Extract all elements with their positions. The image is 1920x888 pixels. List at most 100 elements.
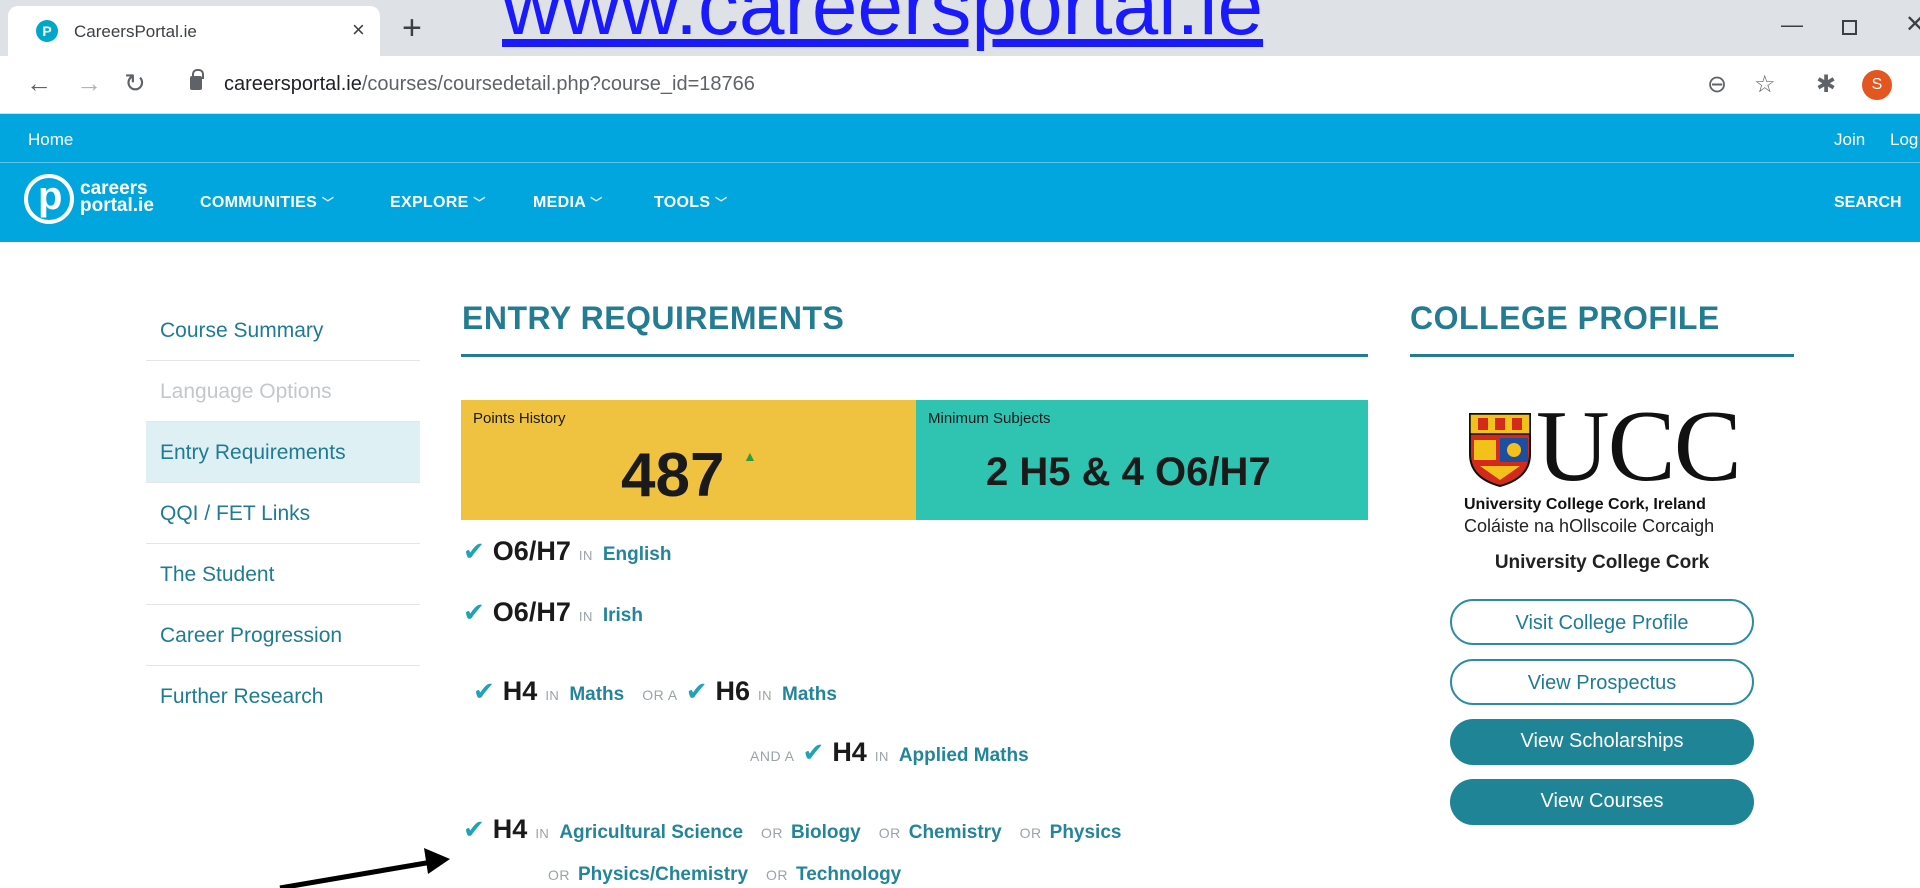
overlay-url-caption: www.careersportal.ie	[502, 0, 1264, 52]
in-label: IN	[578, 609, 593, 624]
visit-college-profile-button[interactable]: Visit College Profile	[1450, 599, 1754, 645]
points-history-label: Points History	[473, 410, 566, 427]
requirement-english: ✔ O6/H7 IN English	[463, 536, 681, 571]
nav-tools[interactable]: TOOLS ﹀	[654, 194, 727, 212]
logo-wordmark: careers portal.ie	[80, 179, 154, 216]
zoom-icon[interactable]: ⊖	[1707, 70, 1727, 99]
window-minimize-icon[interactable]: —	[1781, 12, 1803, 38]
in-label: IN	[545, 688, 560, 703]
subject-link[interactable]: Agricultural Science	[559, 822, 743, 843]
requirement-irish: ✔ O6/H7 IN Irish	[463, 597, 653, 632]
sidebar-item-qqi-fet-links[interactable]: QQI / FET Links	[146, 483, 420, 544]
header-divider	[0, 162, 1920, 163]
search-link[interactable]: SEARCH	[1834, 194, 1902, 212]
check-icon: ✔	[463, 536, 485, 566]
college-name: University College Cork	[1494, 552, 1710, 573]
or-label: OR	[548, 867, 570, 883]
check-icon: ✔	[463, 597, 485, 627]
grade: H6	[715, 676, 750, 706]
subject-link[interactable]: Technology	[796, 864, 901, 885]
subject-link[interactable]: Irish	[603, 605, 643, 626]
logo-p-icon	[24, 174, 74, 224]
back-arrow-icon[interactable]: ←	[26, 68, 52, 99]
minimum-subjects-box: Minimum Subjects 2 H5 & 4 O6/H7	[916, 400, 1368, 520]
extensions-puzzle-icon[interactable]: ✱	[1816, 70, 1836, 99]
chevron-down-icon: ﹀	[590, 196, 603, 210]
subject-link[interactable]: Maths	[569, 684, 624, 705]
reload-icon[interactable]: ↻	[124, 68, 146, 99]
sidebar-item-entry-requirements[interactable]: Entry Requirements	[146, 422, 420, 483]
or-label: OR	[766, 867, 789, 883]
or-label: OR	[761, 825, 784, 841]
conjunction-label: OR A	[642, 687, 678, 703]
home-link[interactable]: Home	[28, 130, 73, 150]
site-favicon-icon: P	[36, 20, 58, 42]
subject-link[interactable]: Maths	[782, 684, 837, 705]
nav-communities[interactable]: COMMUNITIES ﹀	[200, 194, 334, 212]
check-icon: ✔	[685, 676, 708, 706]
url-path: /courses/coursedetail.php?course_id=1876…	[361, 73, 755, 95]
url-domain: careersportal.ie	[224, 73, 362, 95]
view-prospectus-button[interactable]: View Prospectus	[1450, 659, 1754, 705]
college-profile-heading: COLLEGE PROFILE	[1410, 300, 1720, 336]
sidebar-item-language-options: Language Options	[146, 361, 420, 422]
forward-arrow-icon[interactable]: →	[76, 68, 102, 99]
requirement-science-continued: OR Physics/Chemistry OR Technology	[540, 862, 911, 888]
chevron-down-icon: ﹀	[715, 196, 728, 210]
or-label: OR	[1019, 825, 1042, 841]
url-field[interactable]: careersportal.ie/courses/coursedetail.ph…	[224, 73, 755, 96]
subject-link[interactable]: Applied Maths	[899, 745, 1029, 766]
new-tab-button[interactable]: +	[402, 8, 422, 48]
or-label: OR	[878, 825, 901, 841]
grade: H4	[832, 737, 867, 767]
careersportal-logo[interactable]: careers portal.ie	[24, 174, 168, 232]
requirement-applied-maths: AND A ✔ H4 IN Applied Maths	[742, 737, 1039, 772]
login-link[interactable]: Log	[1890, 130, 1918, 150]
subject-link[interactable]: Biology	[791, 822, 861, 843]
ucc-crest-icon	[1469, 413, 1531, 488]
check-icon: ✔	[463, 814, 485, 844]
grade: O6/H7	[492, 536, 571, 566]
subject-link[interactable]: English	[603, 544, 672, 565]
in-label: IN	[758, 688, 772, 703]
lock-icon[interactable]	[190, 69, 204, 90]
nav-explore[interactable]: EXPLORE ﹀	[390, 194, 486, 212]
logo-line-2: portal.ie	[80, 195, 154, 216]
minimum-subjects-label: Minimum Subjects	[928, 410, 1051, 427]
sidebar-item-further-research[interactable]: Further Research	[146, 666, 420, 727]
tab-close-icon[interactable]: ×	[352, 17, 365, 43]
subject-link[interactable]: Physics	[1050, 822, 1122, 843]
chevron-down-icon: ﹀	[321, 196, 335, 210]
college-heading-rule	[1410, 354, 1794, 357]
requirement-science: ✔ H4 IN Agricultural Science OR Biology OR Chem…	[463, 814, 1131, 849]
bookmark-star-icon[interactable]: ☆	[1754, 70, 1776, 99]
join-link[interactable]: Join	[1834, 130, 1865, 150]
view-scholarships-button[interactable]: View Scholarships	[1450, 719, 1754, 765]
subject-link[interactable]: Physics/Chemistry	[578, 864, 748, 885]
subject-link[interactable]: Chemistry	[909, 822, 1002, 843]
browser-tab[interactable]: P CareersPortal.ie ×	[8, 6, 380, 56]
site-header: Home Join Log careers portal.ie COMMUNIT…	[0, 114, 1920, 242]
sidebar-item-course-summary[interactable]: Course Summary	[146, 300, 420, 361]
ucc-logo-irish: Coláiste na hOllscoile Corcaigh	[1464, 516, 1715, 536]
nav-communities-label: COMMUNITIES	[200, 194, 318, 211]
grade: H4	[492, 814, 528, 844]
window-restore-icon[interactable]	[1842, 20, 1857, 35]
tab-title: CareersPortal.ie	[74, 22, 197, 41]
conjunction-label: AND A	[750, 748, 795, 764]
sidebar-item-career-progression[interactable]: Career Progression	[146, 605, 420, 666]
points-history-box: Points History 487 ▲	[461, 400, 916, 520]
window-close-icon[interactable]: ✕	[1905, 10, 1920, 39]
sidebar-item-the-student[interactable]: The Student	[146, 544, 420, 605]
in-label: IN	[578, 548, 593, 563]
ucc-wordmark: UCC	[1536, 390, 1742, 503]
entry-requirements-heading: ENTRY REQUIREMENTS	[462, 300, 845, 336]
nav-media-label: MEDIA	[533, 194, 586, 211]
grade: O6/H7	[492, 597, 571, 627]
view-courses-button[interactable]: View Courses	[1450, 779, 1754, 825]
profile-avatar[interactable]: S	[1862, 70, 1892, 100]
trend-up-icon: ▲	[743, 448, 757, 464]
check-icon: ✔	[473, 676, 495, 706]
nav-media[interactable]: MEDIA ﹀	[533, 194, 603, 212]
points-value: 487	[621, 441, 725, 510]
